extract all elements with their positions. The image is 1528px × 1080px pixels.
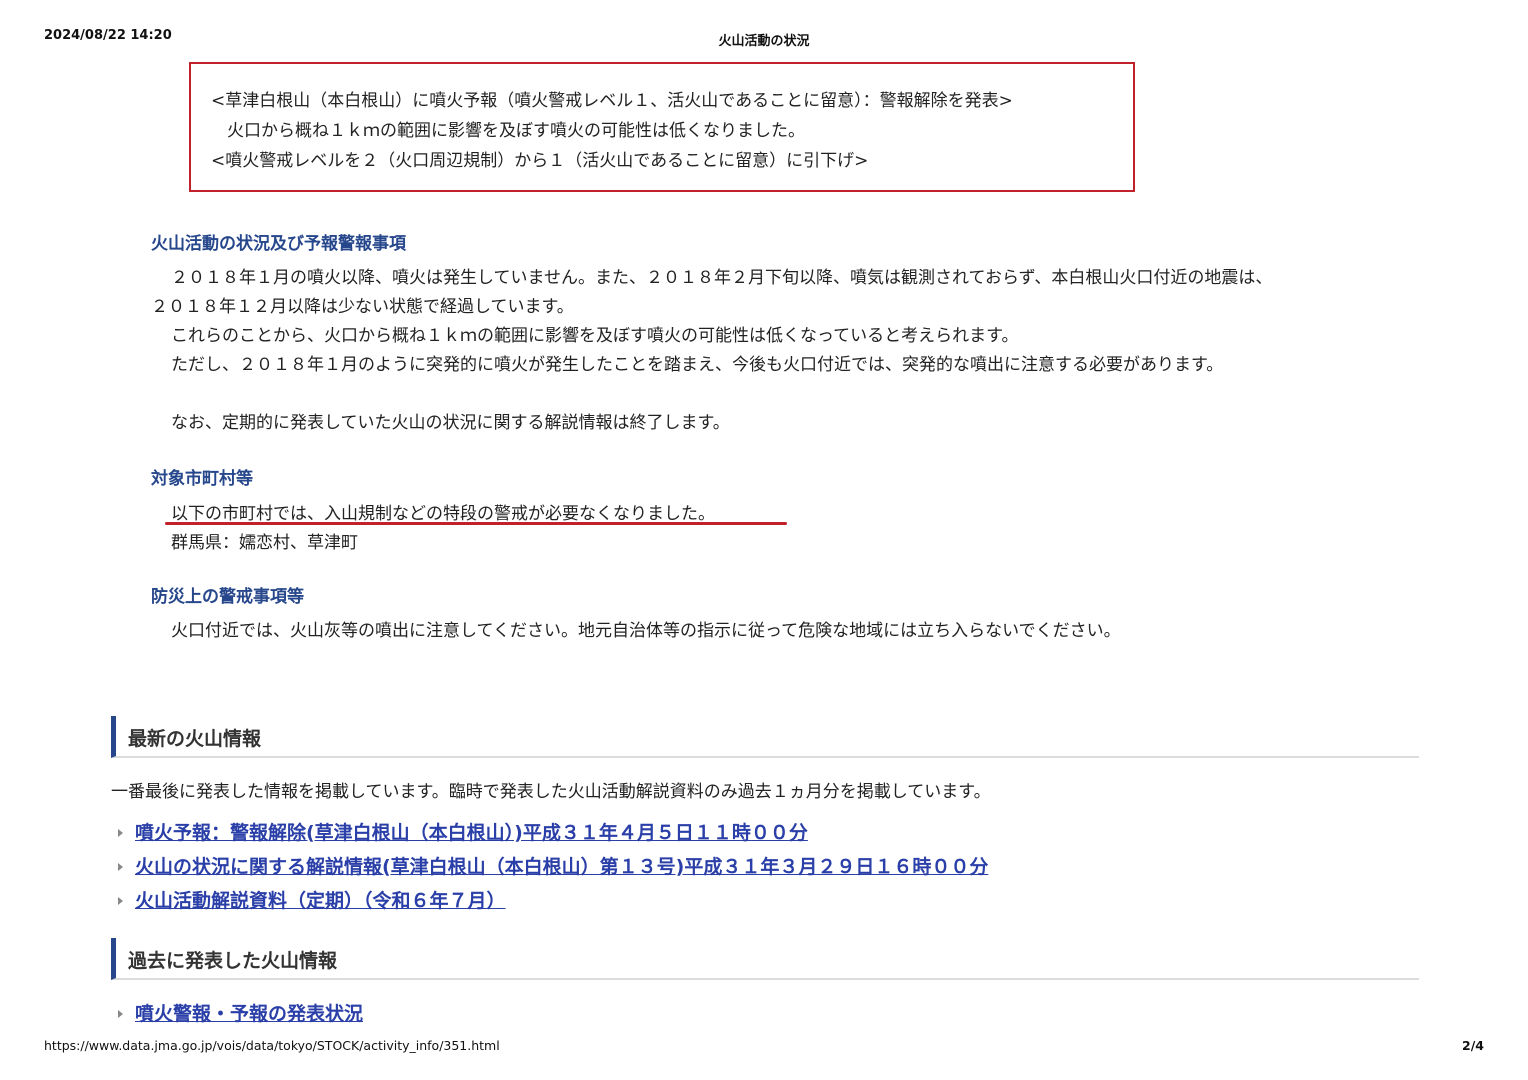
activity-p2: これらのことから、火口から概ね１ｋｍの範囲に影響を及ぼす噴火の可能性は低くなって… (171, 326, 1019, 346)
latest-info-heading: 最新の火山情報 (111, 716, 1419, 758)
activity-p1-line1: ２０１８年１月の噴火以降、噴火は発生していません。また、２０１８年２月下旬以降、… (171, 268, 1273, 288)
page-url: https://www.data.jma.go.jp/vois/data/tok… (44, 1038, 500, 1053)
latest-info-description: 一番最後に発表した情報を掲載しています。臨時で発表した火山活動解説資料のみ過去１… (111, 782, 991, 802)
activity-p3: ただし、２０１８年１月のように突発的に噴火が発生したことを踏まえ、今後も火口付近… (171, 355, 1224, 375)
notice-line-3: <噴火警戒レベルを２（火口周辺規制）から１（活火山であることに留意）に引下げ> (211, 151, 869, 171)
activity-p4: なお、定期的に発表していた火山の状況に関する解説情報は終了します。 (171, 413, 730, 433)
arrow-right-icon (118, 896, 123, 905)
disaster-section-body: 火口付近では、火山灰等の噴出に注意してください。地元自治体等の指示に従って危険な… (151, 617, 1121, 646)
page-number: 2/4 (1462, 1038, 1484, 1053)
activity-section-title: 火山活動の状況及び予報警報事項 (151, 234, 406, 254)
list-item: 火山の状況に関する解説情報(草津白根山（本白根山）第１３号)平成３１年３月２９日… (118, 848, 988, 882)
activity-p1-line2: ２０１８年１２月以降は少ない状態で経過しています。 (151, 297, 574, 317)
municipality-section-body: 以下の市町村では、入山規制などの特段の警戒が必要なくなりました。 群馬県：嬬恋村… (151, 500, 715, 558)
past-info-links: 噴火警報・予報の発表状況 (118, 995, 363, 1029)
latest-info-links: 噴火予報：警報解除(草津白根山（本白根山）)平成３１年４月５日１１時００分 火山… (118, 814, 988, 916)
link-activity-report[interactable]: 火山活動解説資料（定期）（令和６年７月） (135, 886, 506, 913)
municipality-section-title: 対象市町村等 (151, 469, 253, 489)
link-warning-status[interactable]: 噴火警報・予報の発表状況 (135, 999, 363, 1026)
municipality-line-2: 群馬県：嬬恋村、草津町 (171, 533, 358, 553)
arrow-right-icon (118, 1009, 123, 1018)
alert-notice-box: <草津白根山（本白根山）に噴火予報（噴火警戒レベル１、活火山であることに留意）：… (189, 62, 1135, 192)
notice-line-2: 火口から概ね１ｋｍの範囲に影響を及ぼす噴火の可能性は低くなりました。 (227, 121, 805, 141)
link-commentary-info[interactable]: 火山の状況に関する解説情報(草津白根山（本白根山）第１３号)平成３１年３月２９日… (135, 852, 988, 879)
list-item: 噴火予報：警報解除(草津白根山（本白根山）)平成３１年４月５日１１時００分 (118, 814, 988, 848)
disaster-line-1: 火口付近では、火山灰等の噴出に注意してください。地元自治体等の指示に従って危険な… (171, 621, 1121, 641)
red-underline-annotation (165, 522, 787, 525)
list-item: 噴火警報・予報の発表状況 (118, 995, 363, 1029)
arrow-right-icon (118, 862, 123, 871)
list-item: 火山活動解説資料（定期）（令和６年７月） (118, 882, 988, 916)
past-info-heading: 過去に発表した火山情報 (111, 938, 1419, 980)
link-eruption-forecast[interactable]: 噴火予報：警報解除(草津白根山（本白根山）)平成３１年４月５日１１時００分 (135, 818, 808, 845)
notice-line-1: <草津白根山（本白根山）に噴火予報（噴火警戒レベル１、活火山であることに留意）：… (211, 91, 1013, 111)
activity-section-body: ２０１８年１月の噴火以降、噴火は発生していません。また、２０１８年２月下旬以降、… (151, 264, 1272, 438)
arrow-right-icon (118, 828, 123, 837)
print-page-title: 火山活動の状況 (718, 34, 810, 49)
disaster-section-title: 防災上の警戒事項等 (151, 587, 304, 607)
